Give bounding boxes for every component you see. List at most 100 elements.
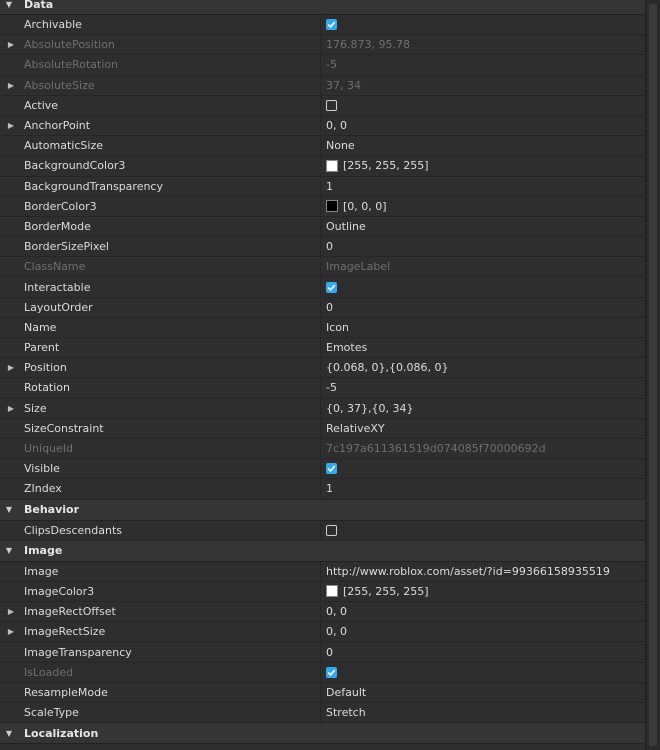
prop-row-size-constraint[interactable]: SizeConstraint RelativeXY	[0, 418, 646, 439]
prop-row-absolute-rotation[interactable]: AbsoluteRotation -5	[0, 55, 646, 76]
section-image[interactable]: ▼ Image	[0, 540, 646, 562]
prop-name: AbsoluteRotation	[24, 58, 119, 72]
archivable-checkbox[interactable]	[326, 19, 337, 31]
prop-row-automatic-size[interactable]: AutomaticSize None	[0, 136, 646, 157]
prop-row-absolute-size[interactable]: ▶ AbsoluteSize 37, 34	[0, 75, 646, 96]
prop-row-class-name[interactable]: ClassName ImageLabel	[0, 257, 646, 278]
prop-value[interactable]: http://www.roblox.com/asset/?id=99366158…	[320, 561, 646, 581]
collapse-arrow-icon[interactable]: ▼	[0, 546, 18, 555]
prop-name: Interactable	[24, 280, 91, 294]
expand-arrow-icon[interactable]: ▶	[6, 404, 16, 413]
prop-value[interactable]: -5	[320, 378, 646, 398]
prop-row-name[interactable]: Name Icon	[0, 317, 646, 338]
prop-row-active[interactable]: Active	[0, 95, 646, 116]
prop-name: ImageRectOffset	[24, 605, 116, 619]
color-swatch[interactable]	[326, 159, 338, 172]
prop-value[interactable]: 0	[320, 642, 646, 662]
prop-row-clips-descendants[interactable]: ClipsDescendants	[0, 520, 646, 541]
prop-row-image-rect-offset[interactable]: ▶ ImageRectOffset 0, 0	[0, 602, 646, 623]
active-checkbox[interactable]	[326, 99, 337, 111]
prop-row-parent[interactable]: Parent Emotes	[0, 338, 646, 359]
prop-row-interactable[interactable]: Interactable	[0, 277, 646, 298]
prop-name: ScaleType	[24, 706, 79, 720]
expand-arrow-icon[interactable]: ▶	[6, 121, 16, 130]
prop-value[interactable]: 0, 0	[320, 602, 646, 622]
prop-name: AbsolutePosition	[24, 38, 115, 52]
prop-row-image-rect-size[interactable]: ▶ ImageRectSize 0, 0	[0, 622, 646, 643]
color-swatch[interactable]	[326, 200, 338, 213]
section-localization[interactable]: ▼ Localization	[0, 723, 646, 745]
prop-row-zindex[interactable]: ZIndex 1	[0, 479, 646, 500]
prop-value[interactable]: {0, 37},{0, 34}	[320, 398, 646, 418]
visible-checkbox[interactable]	[326, 463, 337, 475]
prop-row-visible[interactable]: Visible	[0, 459, 646, 480]
prop-value[interactable]: Icon	[320, 317, 646, 337]
prop-name: BorderSizePixel	[24, 240, 109, 254]
expand-arrow-icon[interactable]: ▶	[6, 363, 16, 372]
section-data[interactable]: ▼ Data	[0, 0, 646, 15]
prop-row-image[interactable]: Image http://www.roblox.com/asset/?id=99…	[0, 561, 646, 582]
prop-name: Parent	[24, 341, 60, 355]
prop-value[interactable]: None	[320, 136, 646, 156]
prop-row-is-loaded[interactable]: IsLoaded	[0, 662, 646, 683]
prop-name: Rotation	[24, 381, 71, 395]
prop-name: Archivable	[24, 18, 82, 32]
prop-value[interactable]: Outline	[320, 216, 646, 237]
scrollbar-thumb[interactable]	[649, 4, 657, 746]
is-loaded-checkbox	[326, 666, 337, 678]
prop-name: ClipsDescendants	[24, 523, 123, 537]
prop-value: [0, 0, 0]	[343, 199, 387, 213]
prop-name: IsLoaded	[24, 665, 74, 679]
prop-name: Active	[24, 98, 59, 112]
prop-value[interactable]: 0	[320, 297, 646, 317]
prop-row-scale-type[interactable]: ScaleType Stretch	[0, 703, 646, 724]
prop-row-resample-mode[interactable]: ResampleMode Default	[0, 682, 646, 703]
prop-value[interactable]: {0.068, 0},{0.086, 0}	[320, 358, 646, 378]
prop-row-border-mode[interactable]: BorderMode Outline	[0, 216, 646, 238]
expand-arrow-icon[interactable]: ▶	[6, 40, 16, 49]
interactable-checkbox[interactable]	[326, 281, 337, 293]
prop-value[interactable]: RelativeXY	[320, 418, 646, 438]
section-title: Behavior	[24, 503, 80, 516]
prop-value[interactable]: 0	[320, 237, 646, 257]
prop-name: BackgroundTransparency	[24, 179, 163, 193]
collapse-arrow-icon[interactable]: ▼	[0, 505, 18, 514]
prop-name: Visible	[24, 462, 60, 476]
vertical-scrollbar[interactable]	[645, 0, 660, 750]
prop-row-border-size-pixel[interactable]: BorderSizePixel 0	[0, 237, 646, 258]
prop-name: ImageColor3	[24, 584, 95, 598]
prop-value[interactable]: Emotes	[320, 338, 646, 358]
clips-descendants-checkbox[interactable]	[326, 524, 337, 536]
prop-value[interactable]: 0, 0	[320, 622, 646, 642]
collapse-arrow-icon[interactable]: ▼	[0, 0, 18, 9]
expand-arrow-icon[interactable]: ▶	[6, 607, 16, 616]
prop-row-archivable[interactable]: Archivable	[0, 15, 646, 36]
prop-row-position[interactable]: ▶ Position {0.068, 0},{0.086, 0}	[0, 358, 646, 379]
prop-row-anchor-point[interactable]: ▶ AnchorPoint 0, 0	[0, 115, 646, 137]
prop-row-border-color3[interactable]: BorderColor3 [0, 0, 0]	[0, 196, 646, 217]
prop-row-image-transparency[interactable]: ImageTransparency 0	[0, 642, 646, 663]
prop-value[interactable]: 1	[320, 479, 646, 499]
color-swatch[interactable]	[326, 585, 338, 598]
expand-arrow-icon[interactable]: ▶	[6, 627, 16, 636]
prop-row-absolute-position[interactable]: ▶ AbsolutePosition 176.873, 95.78	[0, 35, 646, 56]
prop-value[interactable]: Stretch	[320, 703, 646, 723]
prop-row-background-transparency[interactable]: BackgroundTransparency 1	[0, 176, 646, 197]
prop-value[interactable]: Default	[320, 682, 646, 702]
collapse-arrow-icon[interactable]: ▼	[0, 729, 18, 738]
prop-row-size[interactable]: ▶ Size {0, 37},{0, 34}	[0, 398, 646, 419]
prop-name: ZIndex	[24, 482, 62, 496]
section-behavior[interactable]: ▼ Behavior	[0, 499, 646, 521]
prop-row-unique-id[interactable]: UniqueId 7c197a611361519d074085f70000692…	[0, 438, 646, 460]
prop-name: AbsoluteSize	[24, 78, 95, 92]
prop-value: 37, 34	[320, 75, 646, 95]
expand-arrow-icon[interactable]: ▶	[6, 81, 16, 90]
prop-value[interactable]: 1	[320, 176, 646, 196]
prop-value[interactable]: 0, 0	[320, 115, 646, 136]
checkmark-icon	[327, 283, 336, 291]
prop-row-image-color3[interactable]: ImageColor3 [255, 255, 255]	[0, 581, 646, 603]
prop-row-rotation[interactable]: Rotation -5	[0, 378, 646, 399]
prop-name: ImageRectSize	[24, 625, 106, 639]
prop-row-layout-order[interactable]: LayoutOrder 0	[0, 297, 646, 318]
prop-row-background-color3[interactable]: BackgroundColor3 [255, 255, 255]	[0, 156, 646, 177]
